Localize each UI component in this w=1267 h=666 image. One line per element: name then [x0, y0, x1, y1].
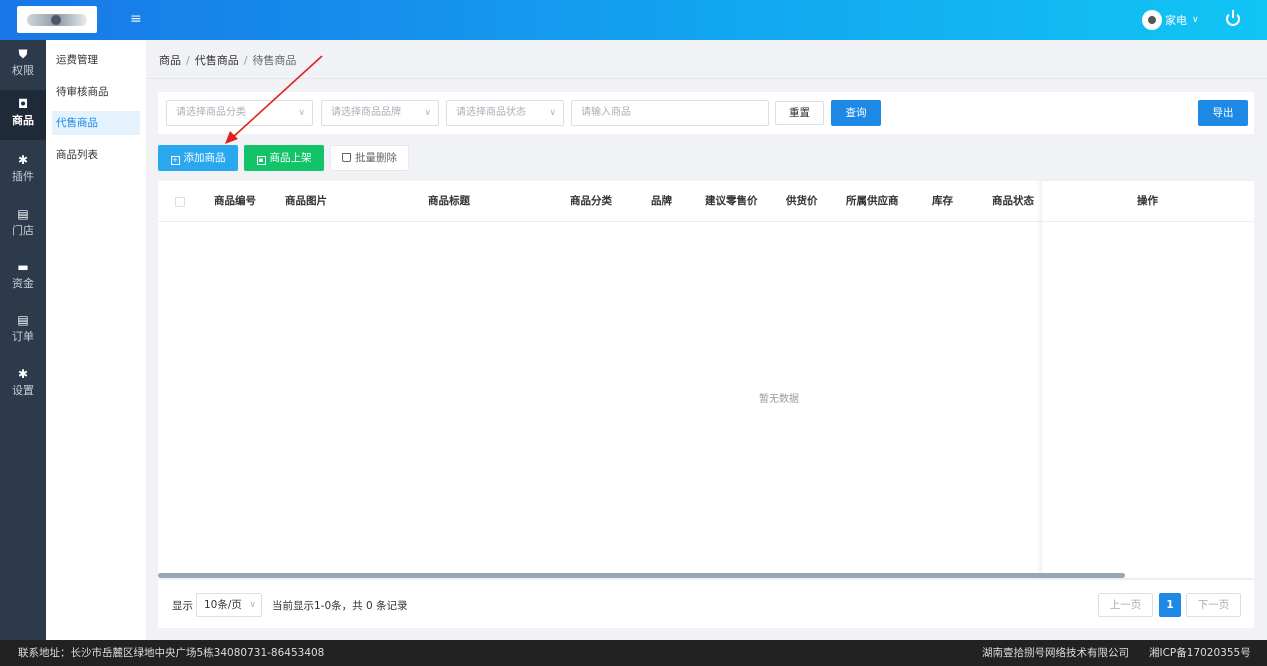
column-header[interactable]: 商品标题: [428, 181, 470, 222]
search-input-placeholder: 请输入商品: [581, 107, 631, 118]
avatar: [1142, 10, 1162, 30]
trash-icon: [342, 153, 351, 162]
pagination: 显示 10条/页 ∨ 当前显示1-0条，共 0 条记录 上一页 1 下一页: [158, 580, 1254, 628]
page-size-value: 10条/页: [204, 599, 242, 611]
nav-label: 权限: [12, 64, 34, 77]
batch-delete-button[interactable]: 批量删除: [330, 145, 409, 171]
shield-icon: ⛊: [18, 47, 28, 61]
column-header[interactable]: 品牌: [651, 181, 672, 222]
reset-button[interactable]: 重置: [775, 101, 824, 125]
chevron-down-icon: ∨: [298, 108, 305, 118]
breadcrumb-separator: /: [243, 54, 248, 67]
footer-address: 联系地址：长沙市岳麓区绿地中央广场5栋34080731-86453408: [18, 647, 325, 659]
search-input[interactable]: 请输入商品: [571, 100, 769, 126]
fixed-actions-column: [1041, 181, 1254, 578]
nav-label: 设置: [12, 384, 34, 397]
nav-item-plugins[interactable]: ✱ 插件: [0, 146, 46, 196]
logo-image: [27, 13, 87, 26]
breadcrumb-current: 待售商品: [252, 54, 297, 67]
nav-label: 插件: [12, 170, 34, 183]
chevron-down-icon: ∨: [549, 108, 556, 118]
list-goods-button[interactable]: ▪ 商品上架: [244, 145, 324, 171]
power-icon[interactable]: [1226, 10, 1240, 26]
column-header[interactable]: 商品编号: [214, 181, 256, 222]
add-goods-button[interactable]: + 添加商品: [158, 145, 238, 171]
submenu-item-shipping[interactable]: 运费管理: [52, 48, 140, 72]
brand-select[interactable]: 请选择商品品牌 ∨: [321, 100, 439, 126]
column-header[interactable]: 商品分类: [570, 181, 612, 222]
submenu: 运费管理 待审核商品 代售商品 商品列表: [46, 40, 146, 640]
divider: [146, 78, 1267, 79]
goods-table: 商品编号 商品图片 商品标题 商品分类 品牌 建议零售价 供货价 所属供应商 库…: [158, 181, 1254, 578]
category-select-placeholder: 请选择商品分类: [176, 107, 246, 118]
next-page-button[interactable]: 下一页: [1186, 593, 1241, 617]
puzzle-icon: ✱: [17, 367, 29, 381]
puzzle-icon: ✱: [17, 153, 29, 167]
column-header[interactable]: 供货价: [786, 181, 818, 222]
submenu-item-consignment[interactable]: 代售商品: [52, 111, 140, 135]
submenu-item-pending-review[interactable]: 待审核商品: [52, 80, 140, 104]
nav-label: 订单: [12, 330, 34, 343]
footer-icp[interactable]: 湘ICP备17020355号: [1149, 640, 1251, 666]
brand-select-placeholder: 请选择商品品牌: [331, 107, 401, 118]
upload-square-icon: ▪: [256, 156, 266, 165]
box-icon: ◘: [17, 97, 29, 111]
status-select[interactable]: 请选择商品状态 ∨: [446, 100, 564, 126]
nav-item-permission[interactable]: ⛊ 权限: [0, 40, 46, 90]
page-number-button[interactable]: 1: [1159, 593, 1181, 617]
clipboard-icon: ▤: [17, 313, 29, 327]
submenu-item-goods-list[interactable]: 商品列表: [52, 143, 140, 167]
status-select-placeholder: 请选择商品状态: [456, 107, 526, 118]
export-button[interactable]: 导出: [1198, 100, 1248, 126]
nav-item-orders[interactable]: ▤ 订单: [0, 306, 46, 356]
hamburger-menu-icon[interactable]: ≡: [130, 12, 144, 26]
nav-item-stores[interactable]: ▤ 门店: [0, 200, 46, 250]
batch-delete-label: 批量删除: [355, 152, 397, 164]
breadcrumb-item[interactable]: 商品: [159, 54, 181, 67]
icon-sidebar: ⛊ 权限 ◘ 商品 ✱ 插件 ▤ 门店 ▬ 资金 ▤ 订单 ✱ 设置: [0, 40, 46, 640]
breadcrumb-item[interactable]: 代售商品: [195, 54, 239, 67]
nav-item-funds[interactable]: ▬ 资金: [0, 253, 46, 303]
top-header: ≡ 家电 ∨: [0, 0, 1267, 40]
nav-label: 门店: [12, 224, 34, 237]
wallet-icon: ▬: [17, 260, 29, 274]
page-info: 当前显示1-0条，共 0 条记录: [272, 600, 408, 612]
prev-page-button[interactable]: 上一页: [1098, 593, 1153, 617]
logo[interactable]: [17, 6, 97, 33]
page-size-label: 显示: [172, 600, 193, 612]
add-goods-label: 添加商品: [183, 152, 226, 164]
column-header[interactable]: 商品状态: [992, 181, 1034, 222]
nav-item-goods[interactable]: ◘ 商品: [0, 90, 46, 140]
footer-company: 湖南壹拾捌号网络技术有限公司: [982, 647, 1129, 659]
page-size-select[interactable]: 10条/页 ∨: [196, 593, 262, 617]
footer: 联系地址：长沙市岳麓区绿地中央广场5栋34080731-86453408 湖南壹…: [0, 640, 1267, 666]
nav-item-settings[interactable]: ✱ 设置: [0, 360, 46, 410]
nav-label: 商品: [12, 114, 34, 127]
chevron-down-icon: ∨: [249, 600, 256, 610]
breadcrumb: 商品 / 代售商品 / 待售商品: [159, 52, 296, 68]
column-header[interactable]: 建议零售价: [705, 181, 758, 222]
clipboard-icon: ▤: [17, 207, 29, 221]
horizontal-scrollbar[interactable]: [158, 573, 1125, 578]
select-all-checkbox[interactable]: [175, 197, 185, 207]
nav-label: 资金: [12, 277, 34, 290]
list-goods-label: 商品上架: [269, 152, 312, 164]
empty-state-text: 暂无数据: [759, 394, 799, 405]
column-header[interactable]: 所属供应商: [846, 181, 899, 222]
column-header[interactable]: 商品图片: [285, 181, 327, 222]
chevron-down-icon: ∨: [424, 108, 431, 118]
filter-bar: 请选择商品分类 ∨ 请选择商品品牌 ∨ 请选择商品状态 ∨ 请输入商品 重置 查…: [158, 92, 1254, 134]
chevron-down-icon: ∨: [1192, 15, 1199, 25]
category-select[interactable]: 请选择商品分类 ∨: [166, 100, 313, 126]
column-header[interactable]: 库存: [932, 181, 953, 222]
user-name: 家电: [1165, 14, 1187, 27]
query-button[interactable]: 查询: [831, 100, 881, 126]
plus-square-icon: +: [170, 156, 180, 165]
breadcrumb-separator: /: [186, 54, 190, 67]
user-menu[interactable]: 家电 ∨: [1142, 10, 1199, 30]
